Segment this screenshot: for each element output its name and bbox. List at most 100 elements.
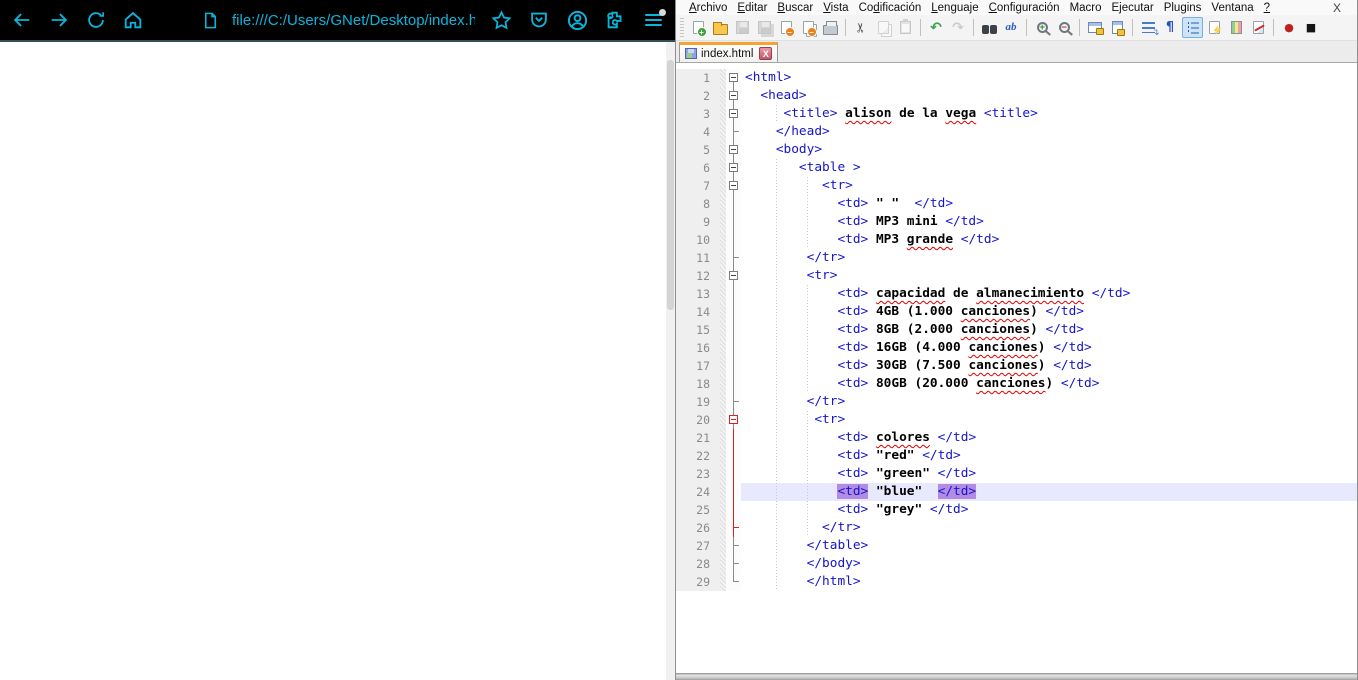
menu-plugins[interactable]: Plugins: [1159, 2, 1207, 14]
zoom-out-button[interactable]: −: [1054, 17, 1075, 38]
code-text[interactable]: <tr>: [741, 177, 1357, 195]
fold-marker[interactable]: [726, 141, 741, 159]
fold-collapse-box[interactable]: [729, 109, 738, 118]
fold-marker[interactable]: [726, 483, 741, 501]
browser-scrollbar-thumb[interactable]: [667, 60, 674, 310]
find-button[interactable]: [979, 17, 1000, 38]
fold-marker[interactable]: [726, 555, 741, 573]
toolbar-grip[interactable]: [680, 18, 684, 38]
menu-macro[interactable]: Macro: [1065, 2, 1107, 14]
code-text[interactable]: </tr>: [741, 519, 1357, 537]
extensions-puzzle-icon[interactable]: [603, 8, 627, 32]
fold-marker[interactable]: [726, 393, 741, 411]
bookmark-star-icon[interactable]: [489, 8, 513, 32]
function-list-button[interactable]: [1204, 17, 1225, 38]
document-list-button[interactable]: [1248, 17, 1269, 38]
browser-scrollbar[interactable]: [666, 42, 675, 680]
sync-vertical-button[interactable]: [1085, 17, 1106, 38]
fold-collapse-box[interactable]: [729, 73, 738, 82]
close-file-button[interactable]: −: [776, 17, 797, 38]
menu-editar[interactable]: Editar: [732, 2, 772, 14]
pocket-icon[interactable]: [527, 8, 551, 32]
forward-icon[interactable]: [47, 8, 71, 32]
fold-marker[interactable]: [726, 357, 741, 375]
open-file-button[interactable]: [710, 17, 731, 38]
menu-?[interactable]: ?: [1259, 2, 1275, 14]
redo-button[interactable]: ↷: [948, 17, 969, 38]
fold-marker[interactable]: [726, 573, 741, 591]
fold-marker[interactable]: [726, 465, 741, 483]
code-text[interactable]: <td> "green" </td>: [741, 465, 1357, 483]
code-text[interactable]: <td> colores </td>: [741, 429, 1357, 447]
fold-marker[interactable]: [726, 537, 741, 555]
menu-ventana[interactable]: Ventana: [1206, 2, 1258, 14]
save-button[interactable]: [732, 17, 753, 38]
reload-icon[interactable]: [84, 8, 108, 32]
fold-marker[interactable]: [726, 519, 741, 537]
code-text[interactable]: <td> 16GB (4.000 canciones) </td>: [741, 339, 1357, 357]
account-icon[interactable]: [565, 8, 589, 32]
code-text[interactable]: <td> capacidad de almanecimiento </td>: [741, 285, 1357, 303]
tab-index-html[interactable]: index.html X: [679, 42, 778, 62]
code-text[interactable]: <html>: [741, 69, 1357, 87]
fold-marker[interactable]: [726, 285, 741, 303]
url-bar[interactable]: file:///C:/Users/GNet/Desktop/index.html: [198, 8, 475, 32]
fold-collapse-box[interactable]: [729, 181, 738, 190]
menu-hamburger-icon[interactable]: [641, 8, 665, 32]
code-text[interactable]: <table >: [741, 159, 1357, 177]
menu-codificacion[interactable]: Codificación: [854, 2, 927, 14]
tab-close-icon[interactable]: X: [759, 47, 772, 60]
code-text[interactable]: </tr>: [741, 249, 1357, 267]
fold-marker[interactable]: [726, 501, 741, 519]
code-text[interactable]: <body>: [741, 141, 1357, 159]
indent-guide-button[interactable]: [1182, 17, 1203, 38]
print-button[interactable]: [820, 17, 841, 38]
code-text[interactable]: <td> 80GB (20.000 canciones) </td>: [741, 375, 1357, 393]
close-all-button[interactable]: −: [798, 17, 819, 38]
stop-macro-button[interactable]: ■: [1301, 17, 1322, 38]
code-editor[interactable]: 1<html>2<head>3<title> alison de la vega…: [676, 63, 1357, 673]
code-text[interactable]: <td> 30GB (7.500 canciones) </td>: [741, 357, 1357, 375]
code-text[interactable]: </html>: [741, 573, 1357, 591]
browser-viewport[interactable]: [0, 42, 675, 680]
fold-marker[interactable]: [726, 249, 741, 267]
fold-collapse-box[interactable]: [729, 91, 738, 100]
code-text[interactable]: <td> MP3 grande </td>: [741, 231, 1357, 249]
fold-collapse-box[interactable]: [729, 163, 738, 172]
fold-marker[interactable]: [726, 339, 741, 357]
code-text[interactable]: <td> MP3 mini </td>: [741, 213, 1357, 231]
fold-marker[interactable]: [726, 375, 741, 393]
code-text[interactable]: </table>: [741, 537, 1357, 555]
code-text[interactable]: </head>: [741, 123, 1357, 141]
code-text[interactable]: <td> "red" </td>: [741, 447, 1357, 465]
code-text[interactable]: <td> 4GB (1.000 canciones) </td>: [741, 303, 1357, 321]
fold-marker[interactable]: [726, 231, 741, 249]
menu-archivo[interactable]: Archivo: [684, 2, 732, 14]
home-icon[interactable]: [121, 8, 145, 32]
code-text[interactable]: <tr>: [741, 411, 1357, 429]
new-file-button[interactable]: +: [688, 17, 709, 38]
menu-ejecutar[interactable]: Ejecutar: [1107, 2, 1159, 14]
sync-horizontal-button[interactable]: [1107, 17, 1128, 38]
document-map-button[interactable]: [1226, 17, 1247, 38]
cut-button[interactable]: ✂: [851, 17, 872, 38]
code-text[interactable]: <head>: [741, 87, 1357, 105]
fold-marker[interactable]: [726, 429, 741, 447]
code-text[interactable]: <title> alison de la vega <title>: [741, 105, 1357, 123]
menu-lenguaje[interactable]: Lenguaje: [926, 2, 983, 14]
fold-marker[interactable]: [726, 267, 741, 285]
fold-marker[interactable]: [726, 303, 741, 321]
menu-vista[interactable]: Vista: [818, 2, 853, 14]
code-text[interactable]: <tr>: [741, 267, 1357, 285]
fold-collapse-box-red[interactable]: [729, 415, 738, 424]
code-text[interactable]: <td> "grey" </td>: [741, 501, 1357, 519]
fold-marker[interactable]: [726, 447, 741, 465]
fold-marker[interactable]: [726, 123, 741, 141]
show-all-characters-button[interactable]: ¶: [1160, 17, 1181, 38]
fold-marker[interactable]: [726, 213, 741, 231]
fold-collapse-box[interactable]: [729, 271, 738, 280]
back-icon[interactable]: [10, 8, 34, 32]
fold-marker[interactable]: [726, 195, 741, 213]
record-macro-button[interactable]: ●: [1279, 17, 1300, 38]
paste-button[interactable]: [895, 17, 916, 38]
